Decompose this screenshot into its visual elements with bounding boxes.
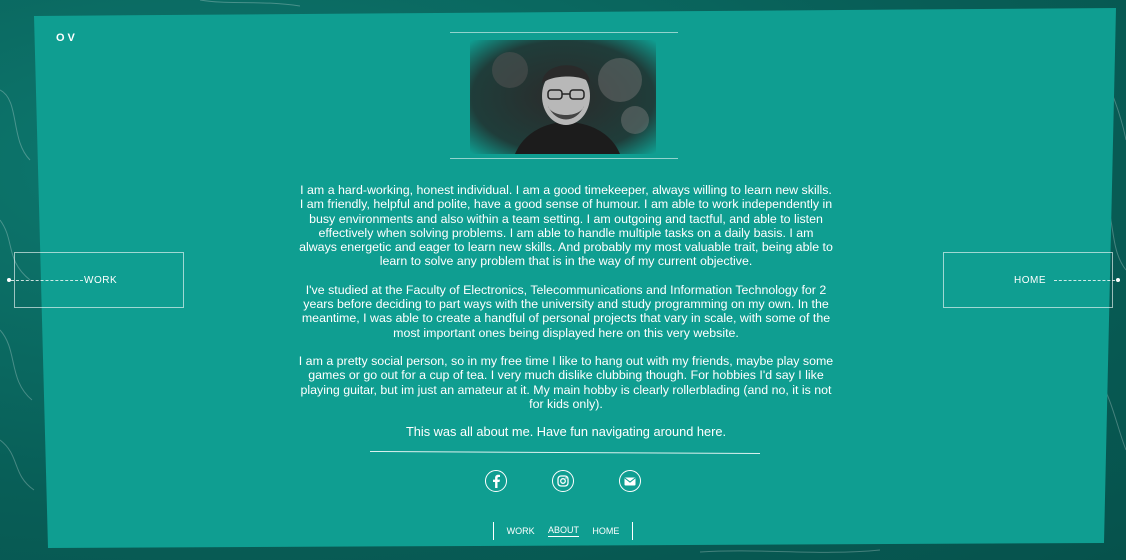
bottom-nav-work[interactable]: WORK	[507, 526, 535, 537]
about-closing: This was all about me. Have fun navigati…	[405, 424, 727, 440]
photo-bottom-rule	[450, 158, 678, 159]
site-logo[interactable]: OV	[56, 32, 78, 44]
about-text: I am a hard-working, honest individual. …	[298, 183, 834, 453]
facebook-icon	[493, 474, 500, 488]
bottom-nav-about[interactable]: ABOUT	[547, 525, 579, 537]
side-nav-work[interactable]: WORK	[7, 252, 184, 308]
bottom-nav: WORK ABOUT HOME	[493, 522, 633, 540]
profile-photo	[470, 40, 656, 154]
side-nav-home-label: HOME	[1014, 275, 1046, 286]
side-nav-dot	[1116, 278, 1120, 282]
instagram-link[interactable]	[552, 470, 574, 492]
email-link[interactable]	[619, 470, 641, 492]
side-nav-work-label: WORK	[84, 275, 118, 286]
bottom-nav-home[interactable]: HOME	[592, 526, 619, 537]
side-nav-home[interactable]: HOME	[943, 252, 1120, 308]
email-icon	[624, 477, 636, 485]
instagram-icon	[557, 475, 569, 487]
photo-top-rule	[450, 32, 678, 33]
side-nav-dash	[11, 280, 83, 281]
about-paragraph-1: I am a hard-working, honest individual. …	[299, 183, 833, 269]
about-paragraph-2: I've studied at the Faculty of Electroni…	[301, 282, 831, 340]
facebook-link[interactable]	[485, 470, 507, 492]
page-root: OV I am a hard-working, honest individua…	[0, 0, 1126, 560]
side-nav-dash	[1054, 280, 1120, 281]
about-paragraph-3: I am a pretty social person, so in my fr…	[298, 353, 834, 411]
